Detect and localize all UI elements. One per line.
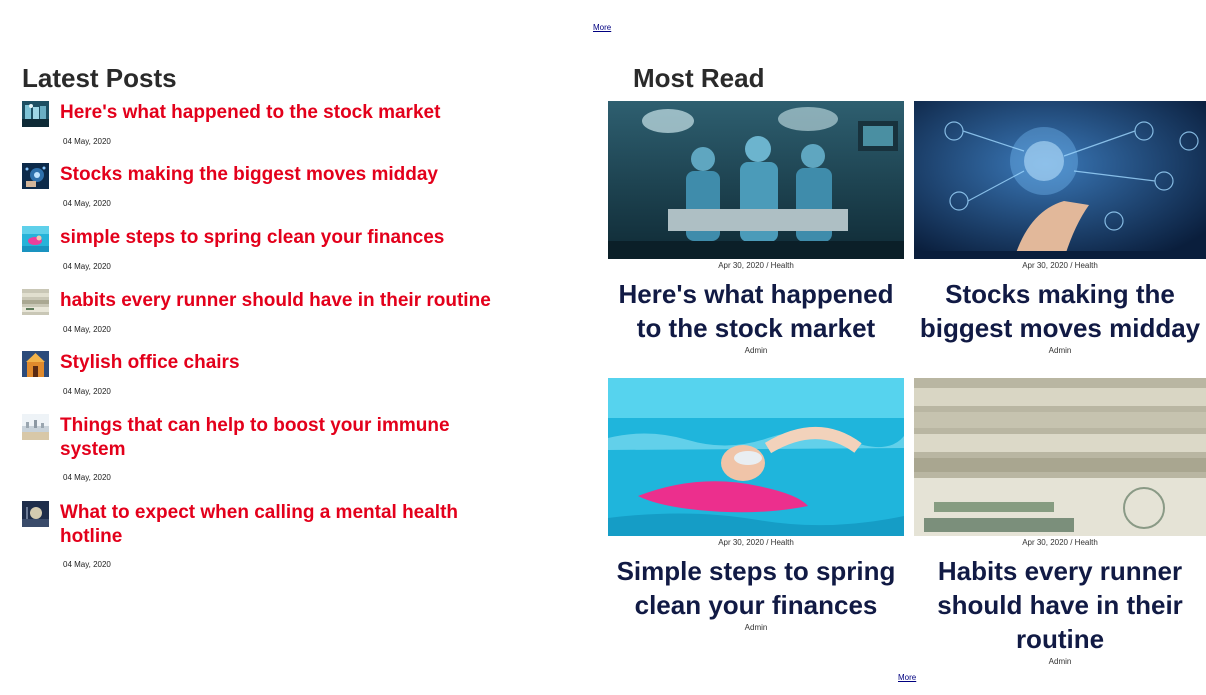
tech-network-image[interactable] [914, 101, 1206, 259]
temple-thumbnail[interactable] [22, 351, 49, 377]
swimmer-thumbnail[interactable] [22, 226, 49, 252]
latest-post-date: 04 May, 2020 [63, 325, 111, 334]
latest-post-title[interactable]: simple steps to spring clean your financ… [60, 226, 500, 250]
latest-post-title[interactable]: Stylish office chairs [60, 351, 500, 375]
latest-post-date: 04 May, 2020 [63, 199, 111, 208]
swimmer-image[interactable] [608, 378, 904, 536]
card-author: Admin [1048, 346, 1072, 355]
card-title[interactable]: Stocks making the biggest moves midday [914, 277, 1206, 345]
latest-post-title[interactable]: Things that can help to boost your immun… [60, 414, 500, 462]
card-title[interactable]: Habits every runner should have in their… [914, 554, 1206, 656]
latest-post-item[interactable]: What to expect when calling a mental hea… [22, 501, 502, 571]
latest-post-date: 04 May, 2020 [63, 137, 111, 146]
latest-post-date: 04 May, 2020 [63, 262, 111, 271]
latest-post-item[interactable]: Stylish office chairs 04 May, 2020 [22, 351, 502, 401]
most-read-card[interactable]: Apr 30, 2020 / Health Stocks making the … [914, 101, 1206, 361]
latest-post-date: 04 May, 2020 [63, 560, 111, 569]
most-read-card[interactable]: Apr 30, 2020 / Health Here's what happen… [608, 101, 904, 361]
surgery-image[interactable] [608, 101, 904, 259]
card-author: Admin [744, 346, 768, 355]
city-thumbnail[interactable] [22, 414, 49, 440]
most-read-more-link[interactable]: More [898, 673, 916, 682]
card-meta: Apr 30, 2020 / Health [718, 538, 794, 547]
top-more-link[interactable]: More [593, 23, 611, 32]
most-read-heading: Most Read [633, 63, 765, 93]
tech-thumbnail[interactable] [22, 163, 49, 189]
card-meta: Apr 30, 2020 / Health [1022, 538, 1098, 547]
latest-post-item[interactable]: habits every runner should have in their… [22, 289, 502, 339]
latest-post-item[interactable]: Stocks making the biggest moves midday 0… [22, 163, 502, 213]
money-image[interactable] [914, 378, 1206, 536]
most-read-card[interactable]: Apr 30, 2020 / Health Habits every runne… [914, 378, 1206, 668]
latest-posts-heading: Latest Posts [22, 63, 177, 93]
card-title[interactable]: Simple steps to spring clean your financ… [608, 554, 904, 622]
latest-post-title[interactable]: Here's what happened to the stock market [60, 101, 500, 125]
latest-post-title[interactable]: habits every runner should have in their… [60, 289, 500, 313]
latest-post-title[interactable]: What to expect when calling a mental hea… [60, 501, 500, 549]
card-author: Admin [1048, 657, 1072, 666]
money-thumbnail[interactable] [22, 289, 49, 315]
surgery-thumbnail[interactable] [22, 101, 49, 127]
latest-post-item[interactable]: Things that can help to boost your immun… [22, 414, 502, 484]
card-author: Admin [744, 623, 768, 632]
card-meta: Apr 30, 2020 / Health [1022, 261, 1098, 270]
latest-post-item[interactable]: simple steps to spring clean your financ… [22, 226, 502, 276]
night-thumbnail[interactable] [22, 501, 49, 527]
card-title[interactable]: Here's what happened to the stock market [608, 277, 904, 345]
latest-post-title[interactable]: Stocks making the biggest moves midday [60, 163, 500, 187]
most-read-card[interactable]: Apr 30, 2020 / Health Simple steps to sp… [608, 378, 904, 638]
latest-post-item[interactable]: Here's what happened to the stock market… [22, 101, 502, 151]
latest-post-date: 04 May, 2020 [63, 387, 111, 396]
latest-post-date: 04 May, 2020 [63, 473, 111, 482]
card-meta: Apr 30, 2020 / Health [718, 261, 794, 270]
